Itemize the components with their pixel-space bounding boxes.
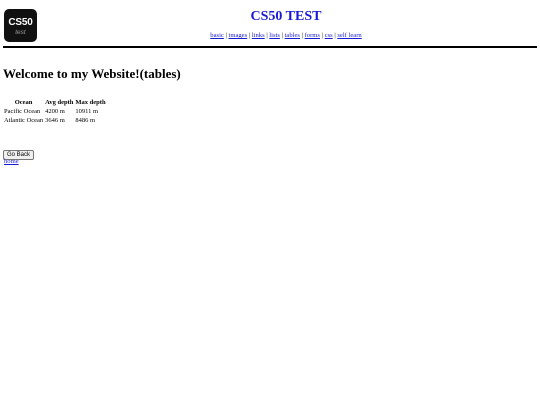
table-row: Atlantic Ocean 3646 m 8486 m xyxy=(3,117,107,126)
page: CS50 test CS50 TEST basic | images | lin… xyxy=(0,0,540,405)
nav-link-basic[interactable]: basic xyxy=(210,32,224,39)
nav-link-images[interactable]: images xyxy=(229,32,248,39)
nav-separator: | xyxy=(266,32,268,39)
column-header-avg-depth: Avg depth xyxy=(45,99,74,106)
nav-link-forms[interactable]: forms xyxy=(305,32,320,39)
column-header-ocean: Ocean xyxy=(14,99,33,106)
nav-link-lists[interactable]: lists xyxy=(269,32,280,39)
nav-link-css[interactable]: css xyxy=(325,32,333,39)
column-header-max-depth: Max depth xyxy=(75,99,106,106)
table-cell-ocean: Pacific Ocean xyxy=(4,108,41,115)
table-cell-ocean: Atlantic Ocean xyxy=(4,117,44,124)
home-link[interactable]: home xyxy=(4,158,19,165)
nav-separator: | xyxy=(301,32,303,39)
oceans-table: Ocean Avg depth Max depth Pacific Ocean … xyxy=(3,99,107,126)
nav-link-links[interactable]: links xyxy=(252,32,265,39)
page-heading: Welcome to my Website!(tables) xyxy=(3,66,181,81)
table-cell-avg-depth: 3646 m xyxy=(45,117,65,124)
table-header-row: Ocean Avg depth Max depth xyxy=(3,99,107,108)
nav-bar: basic | images | links | lists | tables … xyxy=(3,32,540,39)
nav-separator: | xyxy=(321,32,323,39)
table-cell-avg-depth: 4200 m xyxy=(45,108,65,115)
nav-link-tables[interactable]: tables xyxy=(285,32,300,39)
site-title: CS50 TEST xyxy=(250,9,322,24)
table-row: Pacific Ocean 4200 m 10911 m xyxy=(3,108,107,117)
nav-separator: | xyxy=(248,32,251,39)
nav-link-self-learn[interactable]: self learn xyxy=(337,32,361,39)
nav-separator: | xyxy=(225,32,227,39)
table-cell-max-depth: 8486 m xyxy=(75,117,96,124)
nav-separator: | xyxy=(334,32,336,39)
table-cell-max-depth: 10911 m xyxy=(75,108,99,115)
site-header: CS50 test CS50 TEST basic | images | lin… xyxy=(3,0,537,48)
nav-separator: | xyxy=(281,32,283,39)
